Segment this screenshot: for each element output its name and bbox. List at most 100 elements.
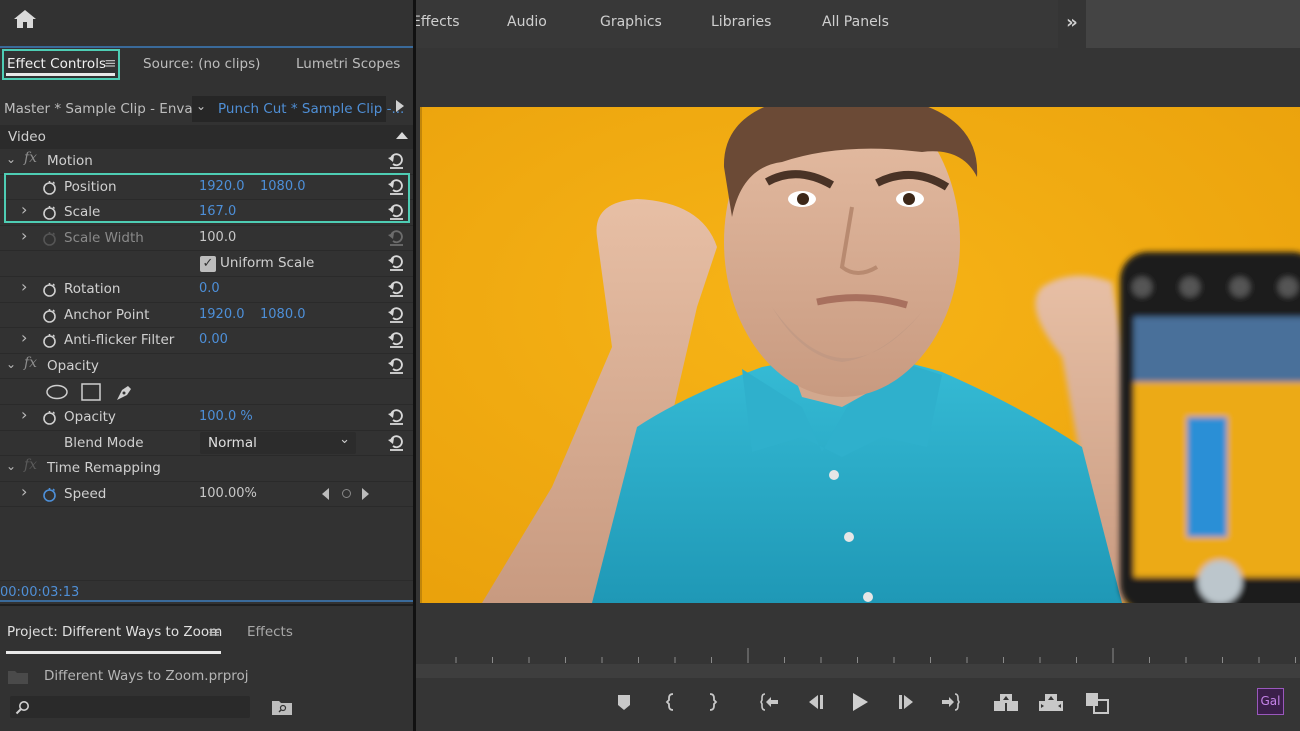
next-keyframe-icon[interactable] <box>362 487 369 500</box>
effect-section-row[interactable]: ⌄ fx Opacity <box>0 354 413 380</box>
uniform-scale-checkbox[interactable]: ✓ <box>200 256 216 273</box>
new-search-bin-button[interactable] <box>272 699 292 715</box>
mask-tools-row <box>0 379 413 405</box>
workspace-tab-effects[interactable]: Effects <box>412 14 460 30</box>
workspace-tab-all-panels[interactable]: All Panels <box>822 14 889 30</box>
mark-in-button[interactable] <box>661 692 681 712</box>
fx-icon[interactable]: fx <box>24 457 37 473</box>
tab-project[interactable]: Project: Different Ways to Zoom <box>7 624 222 640</box>
property-value[interactable]: 100.00% <box>199 486 257 501</box>
stopwatch-icon[interactable] <box>42 333 57 348</box>
add-keyframe-icon[interactable] <box>342 488 351 498</box>
effect-section-row[interactable]: ⌄ fx Motion <box>0 149 413 175</box>
property-value: 100.0 <box>199 229 237 245</box>
insert-icon <box>994 694 1018 711</box>
stopwatch-icon[interactable] <box>42 231 57 246</box>
chevron-right-icon[interactable]: › <box>21 482 27 501</box>
chevron-right-icon[interactable]: › <box>21 226 27 245</box>
reset-parameter-icon[interactable] <box>387 254 405 272</box>
stopwatch-icon[interactable] <box>42 308 57 323</box>
sequence-clip-label[interactable]: Punch Cut * Sample Clip -... <box>218 101 404 117</box>
chevron-right-icon[interactable]: › <box>21 405 27 424</box>
stopwatch-icon[interactable] <box>42 410 57 425</box>
reset-parameter-icon[interactable] <box>387 408 405 426</box>
overwrite-button[interactable] <box>1038 692 1064 712</box>
stopwatch-icon[interactable] <box>42 282 57 297</box>
project-menu-icon[interactable]: ≡ <box>208 623 221 641</box>
workspace-tab-libraries[interactable]: Libraries <box>711 14 771 30</box>
collapse-up-icon[interactable] <box>396 132 408 139</box>
fx-icon[interactable]: fx <box>24 355 37 371</box>
property-row: › Opacity 100.0 % <box>0 405 413 431</box>
blend-mode-dropdown[interactable]: Normal ⌄ <box>200 431 356 454</box>
step-back-button[interactable] <box>806 692 826 712</box>
project-search-input[interactable] <box>10 696 250 718</box>
effect-name: Motion <box>47 153 93 169</box>
reset-parameter-icon[interactable] <box>387 331 405 349</box>
program-monitor-video-frame[interactable] <box>420 107 1300 603</box>
chevron-down-icon[interactable]: ⌄ <box>6 459 16 473</box>
go-to-in-icon <box>760 693 778 711</box>
ellipse-mask-icon[interactable] <box>46 384 68 400</box>
previous-keyframe-icon[interactable] <box>322 487 329 500</box>
pen-mask-icon[interactable] <box>114 382 134 402</box>
project-file-name[interactable]: Different Ways to Zoom.prproj <box>44 668 249 684</box>
fx-icon[interactable]: fx <box>24 150 37 166</box>
playhead-timecode[interactable]: 00:00:03:13 <box>0 585 79 600</box>
workspace-more-button[interactable]: » <box>1058 0 1086 48</box>
export-frame-button[interactable] <box>1084 692 1110 714</box>
workspace-tab-audio[interactable]: Audio <box>507 14 547 30</box>
property-row: › Speed 100.00% <box>0 482 413 508</box>
rectangle-mask-icon[interactable] <box>81 383 101 402</box>
tab-source[interactable]: Source: (no clips) <box>143 56 260 72</box>
reset-parameter-icon[interactable] <box>387 306 405 324</box>
monitor-time-ruler[interactable] <box>420 640 1300 664</box>
property-value[interactable]: 0.00 <box>199 332 228 347</box>
blend-mode-value: Normal <box>208 434 257 451</box>
tab-effects[interactable]: Effects <box>247 624 293 640</box>
gal-extension-button[interactable]: Gal <box>1257 688 1284 715</box>
play-button[interactable] <box>850 692 870 712</box>
video-section-label: Video <box>8 129 46 145</box>
property-value[interactable]: 100.0 % <box>199 409 253 424</box>
tab-lumetri-scopes[interactable]: Lumetri Scopes <box>296 56 400 72</box>
stopwatch-active-icon[interactable] <box>42 487 57 502</box>
chevron-down-icon[interactable]: ⌄ <box>6 357 16 371</box>
monitor-scrub-bar[interactable] <box>416 664 1300 678</box>
go-to-in-button[interactable] <box>760 692 780 712</box>
chevron-down-icon[interactable]: ⌄ <box>196 99 206 113</box>
reset-parameter-icon[interactable] <box>387 280 405 298</box>
property-value[interactable]: 0.0 <box>199 281 220 296</box>
step-forward-button[interactable] <box>896 692 916 712</box>
add-marker-button[interactable] <box>614 692 634 712</box>
play-icon <box>853 693 868 711</box>
property-label: Blend Mode <box>64 434 144 451</box>
home-button[interactable] <box>12 8 38 30</box>
reset-effect-icon[interactable] <box>387 357 405 375</box>
show-timeline-arrow-icon[interactable] <box>396 100 404 112</box>
property-value[interactable]: 1080.0 <box>260 307 306 322</box>
keyframe-navigator <box>322 487 372 502</box>
property-label: Speed <box>64 485 107 502</box>
chevron-down-icon[interactable]: ⌄ <box>6 152 16 166</box>
property-value[interactable]: 1920.0 <box>199 307 245 322</box>
chevron-right-icon[interactable]: › <box>21 277 27 296</box>
reset-parameter-icon[interactable] <box>387 434 405 452</box>
video-frame-image <box>422 107 1300 603</box>
reset-effect-icon[interactable] <box>387 152 405 170</box>
effect-section-row[interactable]: ⌄ fx Time Remapping <box>0 456 413 482</box>
effect-name: Opacity <box>47 357 99 374</box>
go-to-out-button[interactable] <box>940 692 960 712</box>
workspace-tab-graphics[interactable]: Graphics <box>600 14 662 30</box>
double-chevron-right-icon: » <box>1066 12 1078 33</box>
panel-active-line <box>0 600 413 602</box>
master-clip-label[interactable]: Master * Sample Clip - Envat... <box>4 101 211 117</box>
home-icon <box>14 10 36 28</box>
project-tab-underline <box>6 651 221 654</box>
workspace-bar-empty <box>1086 0 1300 48</box>
property-row: › Anti-flicker Filter 0.00 <box>0 328 413 354</box>
chevron-right-icon[interactable]: › <box>21 328 27 347</box>
mark-out-button[interactable] <box>702 692 722 712</box>
active-tab-underline <box>6 73 115 76</box>
insert-button[interactable] <box>993 692 1019 712</box>
